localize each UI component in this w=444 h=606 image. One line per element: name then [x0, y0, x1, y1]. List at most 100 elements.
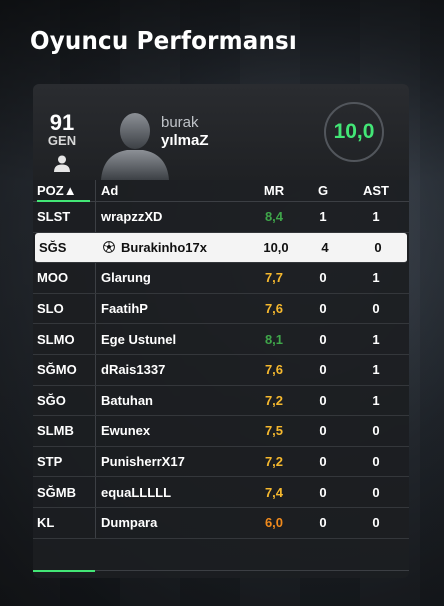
column-divider [95, 263, 96, 293]
row-assists: 1 [372, 362, 380, 378]
column-divider [95, 293, 96, 324]
row-goals: 0 [319, 331, 327, 347]
column-header-goals[interactable]: G [298, 183, 348, 198]
column-divider [95, 202, 96, 232]
player-first-name: burak [161, 114, 199, 131]
row-position: SĞMO [37, 362, 77, 378]
table-bottom-divider [95, 570, 409, 571]
match-rating-badge: 10,0 [324, 102, 384, 162]
row-goals: 0 [319, 270, 327, 286]
player-stats-table: POZ▲ Ad MR G AST SLST wrapzzXD 8,4 1 1 SĞS Bur… [33, 180, 409, 539]
row-assists: 1 [372, 209, 380, 225]
row-position: SĞMB [37, 484, 76, 500]
column-header-match-rating[interactable]: MR [250, 183, 298, 198]
player-card[interactable]: 91 GEN burak yılmaZ 10,0 [33, 84, 409, 180]
row-goals: 0 [319, 392, 327, 408]
row-player-name: Burakinho17x [121, 239, 207, 255]
table-row[interactable]: SĞO Batuhan 7,2 0 1 [33, 385, 409, 417]
row-position: STP [37, 454, 63, 470]
row-position-cell: SĞMO [33, 354, 96, 385]
row-player-name: FaatihP [101, 301, 148, 317]
row-position: SĞS [39, 239, 67, 255]
table-row[interactable]: SLST wrapzzXD 8,4 1 1 [33, 202, 409, 233]
row-position-cell: SLMO [33, 324, 96, 354]
scroll-indicator [33, 570, 95, 572]
row-player-name: PunisherrX17 [101, 454, 185, 470]
column-divider [95, 324, 96, 354]
row-position: SLST [37, 209, 71, 225]
row-goals: 0 [319, 301, 327, 317]
row-goals: 0 [319, 423, 327, 439]
row-match-rating: 7,6 [264, 362, 284, 378]
row-match-rating: 7,2 [264, 454, 284, 470]
row-position: SLMO [37, 331, 75, 347]
row-match-rating: 6,0 [264, 515, 284, 531]
performance-panel: 91 GEN burak yılmaZ 10,0 POZ▲ Ad MR G AS… [33, 84, 409, 578]
row-match-rating: 8,1 [264, 331, 284, 347]
row-player-name-cell: Ege Ustunel [96, 332, 250, 347]
row-player-name-cell: dRais1337 [96, 362, 250, 377]
row-assists: 1 [372, 270, 380, 286]
column-header-position[interactable]: POZ▲ [33, 180, 96, 202]
row-position-cell: SLO [33, 293, 96, 324]
player-position: GEN [47, 133, 77, 148]
football-icon [103, 241, 115, 254]
row-player-name: wrapzzXD [101, 209, 163, 225]
column-divider [95, 416, 96, 446]
row-player-name-cell: Batuhan [96, 393, 250, 408]
row-goals: 1 [319, 209, 327, 225]
table-row[interactable]: KL Dumpara 6,0 0 0 [33, 507, 409, 539]
row-position-cell: SĞO [33, 385, 96, 416]
row-position-cell: SĞMB [33, 477, 96, 507]
row-position-cell: KL [33, 507, 96, 538]
row-player-name: Glarung [101, 270, 151, 286]
row-player-name-cell: wrapzzXD [96, 209, 250, 224]
row-position: MOO [37, 270, 69, 286]
row-position-cell: SLST [33, 202, 96, 232]
row-player-name-cell: PunisherrX17 [96, 454, 250, 469]
row-assists: 0 [372, 423, 380, 439]
row-match-rating: 8,4 [264, 209, 284, 225]
table-row[interactable]: SĞMO dRais1337 7,6 0 1 [33, 354, 409, 386]
row-match-rating: 7,6 [264, 301, 284, 317]
row-position: SĞO [37, 392, 66, 408]
table-header: POZ▲ Ad MR G AST [33, 180, 409, 202]
row-player-name: Ege Ustunel [101, 331, 177, 347]
row-player-name: Batuhan [101, 392, 153, 408]
column-divider [95, 446, 96, 477]
row-assists: 0 [374, 239, 382, 255]
row-match-rating: 10,0 [263, 239, 289, 255]
table-row[interactable]: SLMO Ege Ustunel 8,1 0 1 [33, 324, 409, 355]
row-match-rating: 7,4 [264, 484, 284, 500]
row-player-name: Dumpara [101, 515, 158, 531]
table-row[interactable]: SLMB Ewunex 7,5 0 0 [33, 416, 409, 447]
column-divider [95, 180, 96, 201]
column-header-assists[interactable]: AST [348, 183, 404, 198]
table-row[interactable]: SĞMB equaLLLLL 7,4 0 0 [33, 477, 409, 508]
row-goals: 0 [319, 454, 327, 470]
column-divider [97, 233, 98, 263]
table-row[interactable]: STP PunisherrX17 7,2 0 0 [33, 446, 409, 478]
row-player-name-cell: equaLLLLL [96, 485, 250, 500]
row-goals: 4 [321, 239, 329, 255]
table-row[interactable]: MOO Glarung 7,7 0 1 [33, 263, 409, 294]
row-assists: 1 [372, 392, 380, 408]
column-header-name[interactable]: Ad [96, 183, 250, 198]
row-goals: 0 [319, 484, 327, 500]
row-assists: 0 [372, 301, 380, 317]
row-match-rating: 7,2 [264, 392, 284, 408]
row-position-cell: MOO [33, 263, 96, 293]
table-row[interactable]: SLO FaatihP 7,6 0 0 [33, 293, 409, 325]
row-player-name-cell: FaatihP [96, 301, 250, 316]
table-row[interactable]: SĞS Burakinho17x 10,0 4 0 [35, 232, 407, 264]
row-position-cell: SLMB [33, 416, 96, 446]
row-player-name: equaLLLLL [101, 484, 172, 500]
row-position-cell: SĞS [35, 233, 98, 263]
player-last-name: yılmaZ [161, 132, 209, 149]
player-rating-box: 91 GEN [46, 112, 78, 148]
column-divider [95, 354, 96, 385]
column-divider [95, 385, 96, 416]
person-icon [54, 155, 70, 172]
row-match-rating: 7,7 [264, 270, 284, 286]
table-body: SLST wrapzzXD 8,4 1 1 SĞS Burakinho17x 10,0 4 0 MO… [33, 202, 409, 539]
